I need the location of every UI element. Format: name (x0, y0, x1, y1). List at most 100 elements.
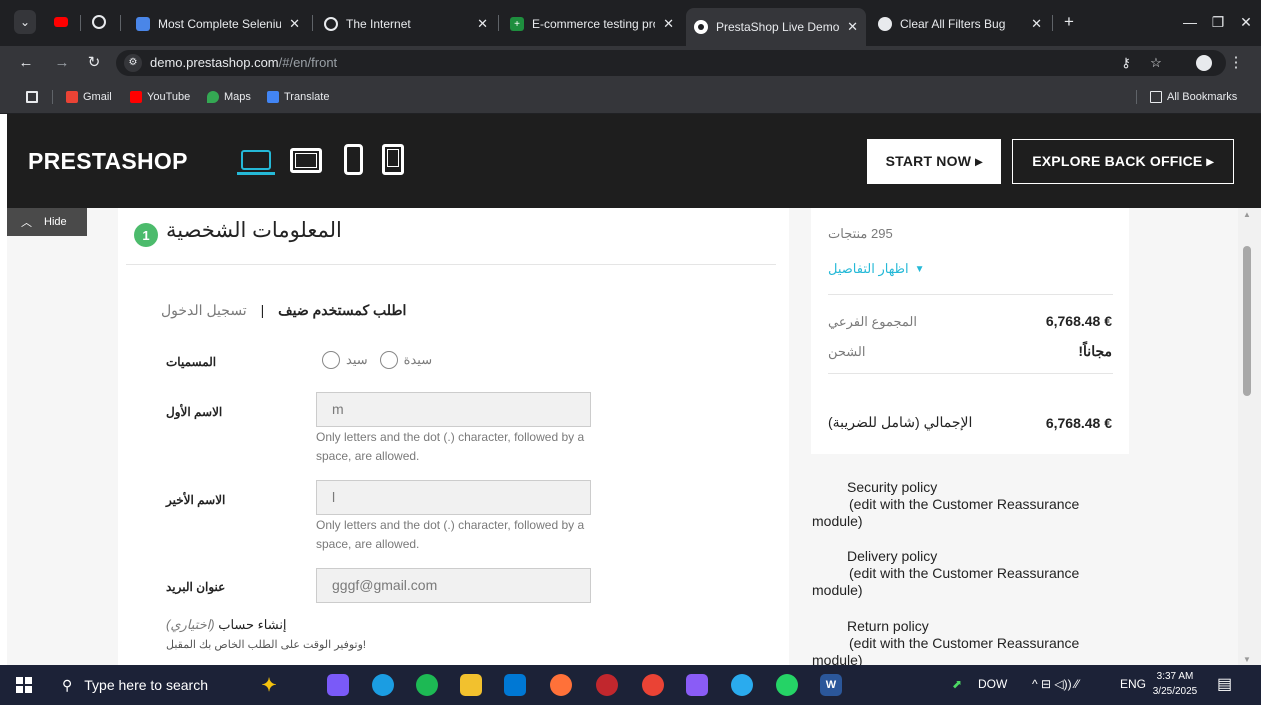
page-content: ︿ Hide 1 المعلومات الشخصية اطلب كمستخدم … (7, 208, 1238, 665)
desktop-view-icon[interactable] (241, 150, 271, 170)
file-explorer-icon[interactable] (460, 674, 482, 696)
prestashop-icon (694, 20, 708, 34)
title-mr-label[interactable]: سيد (346, 352, 368, 368)
email-label: عنوان البريد (166, 580, 226, 594)
close-tab-icon[interactable]: ✕ (1031, 16, 1042, 32)
app-icon[interactable] (596, 674, 618, 696)
url-text[interactable]: demo.prestashop.com/#/en/front (150, 55, 337, 70)
show-details-link[interactable]: ▼ اظهار التفاصيل (828, 261, 925, 277)
reassurance-title: Security policy (847, 479, 938, 495)
language-indicator[interactable]: ENG (1120, 677, 1146, 691)
close-tab-icon[interactable]: ✕ (663, 16, 674, 32)
prestashop-logo[interactable]: PRESTASHOP (28, 148, 188, 175)
password-key-icon[interactable]: ⚷ (1116, 54, 1136, 72)
mobile-view-icon[interactable] (344, 144, 363, 175)
divider (828, 373, 1113, 374)
page-scrollbar[interactable]: ▲ ▼ (1238, 208, 1261, 665)
pinned-github-tab[interactable] (90, 10, 108, 34)
tablet-portrait-view-icon[interactable] (382, 144, 404, 175)
whatsapp-icon[interactable] (776, 674, 798, 696)
show-details-label: اظهار التفاصيل (828, 261, 909, 276)
browser-tab-bar: ⌄ Most Complete Seleniu ✕ The Internet ✕… (0, 0, 1261, 46)
reassurance-tail: module) (812, 652, 863, 665)
reload-icon[interactable]: ↻ (82, 51, 106, 75)
title-mrs-radio[interactable] (379, 351, 398, 369)
stock-label[interactable]: DOW (978, 677, 1007, 691)
profile-avatar-icon[interactable] (1192, 51, 1216, 75)
start-now-button[interactable]: START NOW ▸ (867, 139, 1001, 184)
sign-in-link[interactable]: تسجيل الدخول (161, 302, 247, 318)
taskbar-clock[interactable]: 3:37 AM 3/25/2025 (1150, 669, 1200, 699)
bookmark-youtube[interactable]: YouTube (130, 89, 190, 105)
bookmark-gmail[interactable]: Gmail (66, 89, 112, 105)
app-icon[interactable] (686, 674, 708, 696)
windows-start-icon[interactable] (16, 677, 32, 693)
close-window-icon[interactable]: ✕ (1234, 10, 1258, 34)
bookmark-translate[interactable]: Translate (267, 89, 329, 105)
bookmark-maps[interactable]: Maps (207, 89, 251, 105)
guest-login-switch: اطلب كمستخدم ضيف | تسجيل الدخول (161, 302, 406, 319)
app-icon[interactable] (327, 674, 349, 696)
last-name-input[interactable]: l (316, 480, 591, 515)
reassurance-title: Delivery policy (847, 548, 938, 564)
vscode-icon[interactable] (504, 674, 526, 696)
scrollbar-thumb[interactable] (1243, 246, 1251, 396)
sheets-icon: + (510, 17, 524, 31)
pinned-youtube-tab[interactable] (52, 10, 70, 34)
browser-menu-icon[interactable]: ⋮ (1224, 51, 1248, 75)
spotify-icon[interactable] (416, 674, 438, 696)
reassurance-delivery: Delivery policy (edit with the Customer … (812, 548, 1132, 599)
hide-header-button[interactable]: ︿ Hide (7, 208, 87, 236)
product-count: 295 منتجات (828, 226, 893, 241)
chrome-icon[interactable] (642, 674, 664, 696)
reassurance-return: Return policy (edit with the Customer Re… (812, 618, 1132, 665)
tab-selenium[interactable]: Most Complete Seleniu ✕ (128, 8, 308, 40)
reassurance-subtitle: (edit with the Customer Reassurance (849, 496, 1080, 512)
shipping-label: الشحن (828, 344, 866, 359)
close-tab-icon[interactable]: ✕ (289, 16, 300, 32)
scroll-up-icon[interactable]: ▲ (1242, 210, 1252, 219)
title-mr-radio[interactable] (322, 351, 340, 369)
close-tab-icon[interactable]: ✕ (847, 19, 858, 35)
notification-icon[interactable]: ▤ (1217, 674, 1232, 694)
word-icon[interactable]: W (820, 674, 842, 696)
back-arrow-icon[interactable]: ← (14, 51, 38, 75)
email-input[interactable]: gggf@gmail.com (316, 568, 591, 603)
tab-clear-all-filters-bug[interactable]: Clear All Filters Bug ✕ (870, 8, 1050, 40)
close-tab-icon[interactable]: ✕ (477, 16, 488, 32)
tablet-landscape-view-icon[interactable] (290, 148, 322, 173)
stock-chart-icon[interactable]: ⬈ (952, 677, 962, 691)
scroll-down-icon[interactable]: ▼ (1242, 655, 1252, 664)
tab-prestashop-live-demo[interactable]: PrestaShop Live Demo ✕ (686, 8, 866, 46)
title-mrs-label[interactable]: سيدة (404, 352, 432, 368)
minimize-icon[interactable]: — (1178, 10, 1202, 34)
copilot-sparkle-icon[interactable]: ✦ (258, 674, 280, 696)
edge-icon[interactable] (372, 674, 394, 696)
divider (126, 264, 776, 265)
forward-arrow-icon[interactable]: → (50, 51, 74, 75)
reassurance-subtitle: (edit with the Customer Reassurance (849, 565, 1080, 581)
tab-search-button[interactable]: ⌄ (14, 10, 36, 34)
restore-icon[interactable]: ❐ (1206, 10, 1230, 34)
site-info-icon[interactable]: ⚙ (124, 54, 142, 72)
address-bar[interactable]: ⚙ demo.prestashop.com/#/en/front ⚷ ☆ (116, 50, 1226, 76)
taskbar-search[interactable]: ⚲ Type here to search (50, 670, 230, 700)
first-name-input[interactable]: m (316, 392, 591, 427)
reassurance-tail: module) (812, 513, 863, 529)
new-tab-button[interactable]: + (1058, 10, 1080, 34)
tab-ecommerce-testing[interactable]: + E-commerce testing proj ✕ (502, 8, 682, 40)
step-title[interactable]: المعلومات الشخصية (166, 218, 342, 243)
telegram-icon[interactable] (731, 674, 753, 696)
clock-date: 3/25/2025 (1152, 686, 1198, 697)
bookmark-star-icon[interactable]: ☆ (1146, 54, 1166, 72)
separator: | (260, 302, 265, 318)
chatgpt-icon (878, 17, 892, 31)
tray-icons[interactable]: ^ ⊟ ◁)) ⁄⁄ (1032, 677, 1079, 691)
explore-back-office-button[interactable]: EXPLORE BACK OFFICE ▸ (1012, 139, 1234, 184)
tab-title: PrestaShop Live Demo (716, 20, 840, 34)
firefox-icon[interactable] (550, 674, 572, 696)
tab-the-internet[interactable]: The Internet ✕ (316, 8, 496, 40)
apps-grid-icon[interactable] (26, 89, 43, 105)
all-bookmarks[interactable]: All Bookmarks (1150, 89, 1237, 105)
order-as-guest-link[interactable]: اطلب كمستخدم ضيف (278, 302, 406, 318)
